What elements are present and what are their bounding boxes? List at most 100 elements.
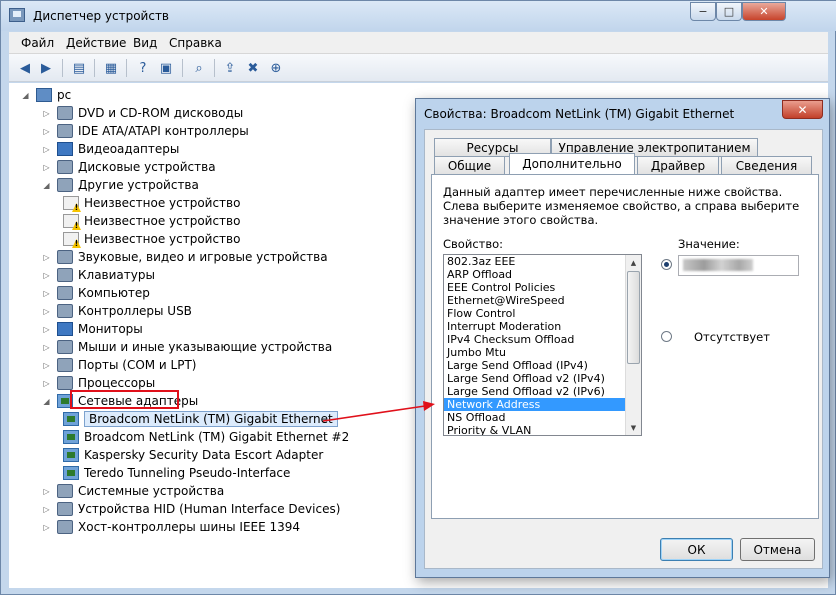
title-bar[interactable]: Диспетчер устройств − □ ✕ bbox=[1, 1, 836, 31]
tree-category-item[interactable]: ▷ Видеоадаптеры bbox=[42, 140, 179, 158]
tree-category-item[interactable]: ▷ Мониторы bbox=[42, 320, 143, 338]
property-item[interactable]: Large Send Offload v2 (IPv4) bbox=[444, 372, 641, 385]
absent-radio[interactable] bbox=[661, 331, 672, 342]
expand-arrow-icon[interactable]: ▷ bbox=[42, 343, 51, 352]
property-item[interactable]: Large Send Offload v2 (IPv6) bbox=[444, 385, 641, 398]
tab-advanced[interactable]: Дополнительно bbox=[509, 153, 635, 174]
expand-arrow-icon[interactable]: ▷ bbox=[42, 361, 51, 370]
collapse-arrow-icon[interactable]: ◢ bbox=[42, 397, 51, 406]
forward-arrow-icon[interactable]: ▶ bbox=[36, 58, 56, 78]
tree-category-item[interactable]: ▷ Звуковые, видео и игровые устройства bbox=[42, 248, 328, 266]
tab-details[interactable]: Сведения bbox=[721, 156, 812, 175]
toolbar: ◀ ▶ ▤ ▦ ? ▣ ⌕ ⇪ ✖ ⊕ bbox=[9, 54, 828, 82]
system-devices-icon bbox=[57, 484, 73, 498]
tree-category-item[interactable]: ▷ Контроллеры USB bbox=[42, 302, 192, 320]
tree-category-item[interactable]: ▷ Мыши и иные указывающие устройства bbox=[42, 338, 332, 356]
scroll-down-icon[interactable]: ▼ bbox=[626, 420, 641, 435]
property-item[interactable]: Jumbo Mtu bbox=[444, 346, 641, 359]
menu-action[interactable]: Действие bbox=[66, 36, 126, 50]
toolbar-separator bbox=[214, 59, 215, 77]
expand-arrow-icon[interactable]: ▷ bbox=[42, 271, 51, 280]
expand-arrow-icon[interactable]: ▷ bbox=[42, 325, 51, 334]
back-arrow-icon[interactable]: ◀ bbox=[15, 58, 35, 78]
tree-child-item[interactable]: Kaspersky Security Data Escort Adapter bbox=[63, 446, 323, 464]
property-item[interactable]: ARP Offload bbox=[444, 268, 641, 281]
dialog-close-button[interactable]: ✕ bbox=[782, 100, 823, 119]
property-item[interactable]: Network Address bbox=[444, 398, 641, 411]
property-item[interactable]: Priority & VLAN bbox=[444, 424, 641, 435]
expand-arrow-icon[interactable]: ▷ bbox=[42, 505, 51, 514]
tree-child-item[interactable]: Broadcom NetLink (TM) Gigabit Ethernet #… bbox=[63, 428, 349, 446]
menu-help[interactable]: Справка bbox=[169, 36, 222, 50]
tree-child-item[interactable]: Teredo Tunneling Pseudo-Interface bbox=[63, 464, 290, 482]
ok-button[interactable]: ОК bbox=[660, 538, 733, 561]
help-icon[interactable]: ? bbox=[133, 58, 153, 78]
tab-general[interactable]: Общие bbox=[434, 156, 505, 175]
menu-file[interactable]: Файл bbox=[21, 36, 54, 50]
property-item[interactable]: Large Send Offload (IPv4) bbox=[444, 359, 641, 372]
tree-child-item[interactable]: Broadcom NetLink (TM) Gigabit Ethernet bbox=[63, 410, 338, 428]
tree-category-item[interactable]: ▷ Клавиатуры bbox=[42, 266, 155, 284]
expand-arrow-icon[interactable]: ▷ bbox=[42, 307, 51, 316]
tree-category-item[interactable]: ▷ Системные устройства bbox=[42, 482, 224, 500]
minimize-button[interactable]: − bbox=[690, 2, 716, 21]
expand-arrow-icon[interactable]: ▷ bbox=[42, 487, 51, 496]
expand-arrow-icon[interactable]: ▷ bbox=[42, 109, 51, 118]
scroll-up-icon[interactable]: ▲ bbox=[626, 255, 641, 270]
close-button[interactable]: ✕ bbox=[742, 2, 786, 21]
expand-arrow-icon[interactable]: ▷ bbox=[42, 145, 51, 154]
scan-hardware-icon[interactable]: ⌕ bbox=[189, 58, 209, 78]
tree-item-label: Звуковые, видео и игровые устройства bbox=[78, 250, 328, 264]
computer-icon bbox=[57, 286, 73, 300]
property-item[interactable]: Ethernet@WireSpeed bbox=[444, 294, 641, 307]
tree-category-item[interactable]: ▷ Устройства HID (Human Interface Devices… bbox=[42, 500, 340, 518]
maximize-button[interactable]: □ bbox=[716, 2, 742, 21]
ide-controller-icon bbox=[57, 124, 73, 138]
menu-view[interactable]: Вид bbox=[133, 36, 157, 50]
property-item[interactable]: Flow Control bbox=[444, 307, 641, 320]
expand-arrow-icon[interactable]: ▷ bbox=[42, 523, 51, 532]
show-window-icon[interactable]: ▣ bbox=[156, 58, 176, 78]
tree-category-item[interactable]: ▷ IDE ATA/ATAPI контроллеры bbox=[42, 122, 249, 140]
tree-category-item[interactable]: ▷ Хост-контроллеры шины IEEE 1394 bbox=[42, 518, 300, 536]
property-item[interactable]: Interrupt Moderation bbox=[444, 320, 641, 333]
value-radio[interactable] bbox=[661, 259, 672, 270]
uninstall-icon[interactable]: ✖ bbox=[243, 58, 263, 78]
value-field[interactable] bbox=[678, 255, 799, 276]
tree-category-item[interactable]: ▷ Дисковые устройства bbox=[42, 158, 216, 176]
highlight-box-network-adapters bbox=[70, 390, 179, 409]
properties-dialog: Свойства: Broadcom NetLink (TM) Gigabit … bbox=[415, 98, 830, 578]
cancel-button[interactable]: Отмена bbox=[740, 538, 815, 561]
scrollbar-thumb[interactable] bbox=[627, 271, 640, 364]
properties-icon[interactable]: ▦ bbox=[101, 58, 121, 78]
tree-child-item[interactable]: Неизвестное устройство bbox=[63, 230, 240, 248]
unknown-device-warning-icon bbox=[63, 196, 79, 210]
network-adapter-icon bbox=[63, 448, 79, 462]
tree-category-item[interactable]: ▷ DVD и CD-ROM дисководы bbox=[42, 104, 243, 122]
expand-arrow-icon[interactable]: ▷ bbox=[42, 163, 51, 172]
expand-arrow-icon[interactable]: ▷ bbox=[42, 379, 51, 388]
tree-item-label: Дисковые устройства bbox=[78, 160, 216, 174]
property-list[interactable]: 802.3az EEE ARP Offload EEE Control Polici… bbox=[443, 254, 642, 436]
property-item[interactable]: 802.3az EEE bbox=[444, 255, 641, 268]
property-list-scrollbar[interactable]: ▲ ▼ bbox=[625, 255, 641, 435]
expand-arrow-icon[interactable]: ▷ bbox=[42, 289, 51, 298]
update-driver-icon[interactable]: ⇪ bbox=[220, 58, 240, 78]
tab-driver[interactable]: Драйвер bbox=[637, 156, 719, 175]
property-item[interactable]: IPv4 Checksum Offload bbox=[444, 333, 641, 346]
collapse-arrow-icon[interactable]: ◢ bbox=[42, 181, 51, 190]
property-item[interactable]: NS Offload bbox=[444, 411, 641, 424]
expand-arrow-icon[interactable]: ▷ bbox=[42, 253, 51, 262]
expand-arrow-icon[interactable]: ◢ bbox=[21, 91, 30, 100]
expand-arrow-icon[interactable]: ▷ bbox=[42, 127, 51, 136]
tree-root[interactable]: ◢ pc bbox=[21, 86, 71, 104]
keyboard-icon bbox=[57, 268, 73, 282]
show-hide-console-tree-icon[interactable]: ▤ bbox=[69, 58, 89, 78]
tree-child-item[interactable]: Неизвестное устройство bbox=[63, 212, 240, 230]
tree-child-item[interactable]: Неизвестное устройство bbox=[63, 194, 240, 212]
tree-category-item[interactable]: ▷ Компьютер bbox=[42, 284, 150, 302]
enable-device-icon[interactable]: ⊕ bbox=[266, 58, 286, 78]
tree-category-item[interactable]: ▷ Порты (COM и LPT) bbox=[42, 356, 196, 374]
property-item[interactable]: EEE Control Policies bbox=[444, 281, 641, 294]
tree-category-item[interactable]: ◢ Другие устройства bbox=[42, 176, 199, 194]
